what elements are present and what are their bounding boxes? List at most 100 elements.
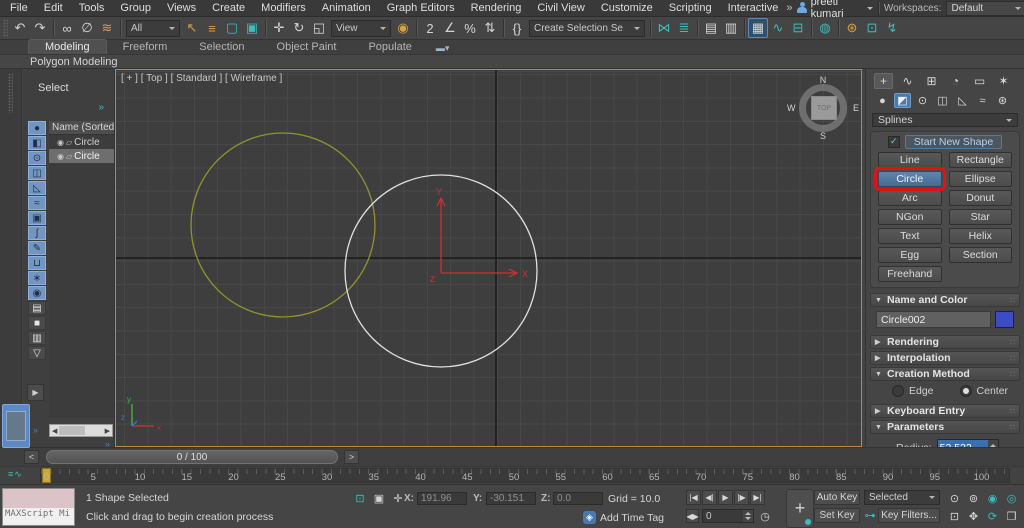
selection-region-lock-icon[interactable]: ⊡ bbox=[352, 491, 368, 506]
zoom-region-icon[interactable]: ⊡ bbox=[946, 508, 963, 524]
list-view-icon[interactable]: ▤ bbox=[28, 301, 46, 315]
menu-item[interactable]: Edit bbox=[36, 1, 71, 15]
mirror-icon[interactable]: ⋈ bbox=[654, 18, 674, 38]
name-column-header[interactable]: Name (Sorted A bbox=[49, 121, 114, 135]
orbit-icon[interactable]: ⟳ bbox=[984, 508, 1001, 524]
explorer-overflow-icon[interactable]: » bbox=[98, 102, 104, 113]
display-tab[interactable]: ▭ bbox=[970, 73, 989, 89]
display-cameras-icon[interactable]: ◫ bbox=[28, 166, 46, 180]
maxscript-macro-pane[interactable] bbox=[3, 489, 74, 508]
view-cube[interactable]: TOP N S W E bbox=[787, 75, 859, 141]
workspace-dropdown[interactable]: Default bbox=[946, 0, 1024, 16]
bind-to-space-warp-icon[interactable]: ≋ bbox=[97, 18, 117, 38]
select-object-icon[interactable]: ↖ bbox=[182, 18, 202, 38]
select-and-link-icon[interactable]: ∞ bbox=[57, 18, 77, 38]
menu-item[interactable]: Group bbox=[112, 1, 159, 15]
key-set-dropdown[interactable]: Selected bbox=[864, 490, 940, 505]
filter-funnel-icon[interactable]: ▽ bbox=[28, 346, 46, 360]
play-button[interactable]: ▶ bbox=[718, 490, 733, 505]
menu-item[interactable]: Create bbox=[204, 1, 253, 15]
hierarchy-tab[interactable]: ⊞ bbox=[922, 73, 941, 89]
create-tab[interactable]: + bbox=[874, 73, 893, 89]
user-menu-chevron-icon[interactable] bbox=[867, 6, 874, 13]
y-coordinate-field[interactable]: -30.151 bbox=[486, 492, 536, 505]
ribbon-tab[interactable]: Selection bbox=[183, 40, 260, 54]
display-bones-icon[interactable]: ∫ bbox=[28, 226, 46, 240]
spinner-snap-toggle-icon[interactable]: ⇅ bbox=[480, 18, 500, 38]
display-visibility-icon[interactable]: ◉ bbox=[28, 286, 46, 300]
explorer-horizontal-scrollbar[interactable]: ◀ ▶ bbox=[49, 424, 113, 437]
scroll-left-icon[interactable]: ◀ bbox=[50, 427, 59, 435]
shape-button[interactable]: Circle bbox=[874, 167, 946, 191]
rectangular-selection-region-icon[interactable]: ▢ bbox=[222, 18, 242, 38]
z-coordinate-field[interactable]: 0.0 bbox=[553, 492, 603, 505]
ribbon-config-icon[interactable]: ▬▾ bbox=[428, 43, 458, 54]
ribbon-tab[interactable]: Object Paint bbox=[261, 40, 353, 54]
go-to-end-button[interactable]: ▶| bbox=[750, 490, 765, 505]
display-helpers-icon[interactable]: ◺ bbox=[28, 181, 46, 195]
set-key-button[interactable]: Set Key bbox=[814, 508, 860, 523]
toolbar-drag-handle[interactable] bbox=[3, 19, 8, 37]
previous-frame-nudge-button[interactable]: < bbox=[24, 450, 39, 464]
undo-icon[interactable]: ↶ bbox=[10, 18, 30, 38]
select-by-name-icon[interactable]: ≡ bbox=[202, 18, 222, 38]
menu-item[interactable]: Modifiers bbox=[253, 1, 314, 15]
space-warps-category-icon[interactable]: ≈ bbox=[974, 93, 991, 108]
lock-selection-icon[interactable]: ▣ bbox=[371, 491, 387, 506]
time-slider-handle[interactable]: 0 / 100 bbox=[46, 450, 338, 464]
rendering-rollout-header[interactable]: ▶ Rendering ∷ bbox=[870, 335, 1020, 349]
menu-item[interactable]: Interactive bbox=[720, 1, 787, 15]
dock-drag-handle[interactable] bbox=[8, 73, 13, 113]
object-color-swatch[interactable] bbox=[995, 311, 1014, 328]
layer-explorer-toggle-icon[interactable]: ▥ bbox=[721, 18, 741, 38]
maximize-viewport-toggle-icon[interactable]: ❒ bbox=[1003, 508, 1020, 524]
spline-category-dropdown[interactable]: Splines bbox=[872, 113, 1018, 127]
compass-south-label[interactable]: S bbox=[820, 131, 826, 141]
display-space-warps-icon[interactable]: ≈ bbox=[28, 196, 46, 210]
next-frame-nudge-button[interactable]: > bbox=[344, 450, 359, 464]
render-production-icon[interactable]: ↯ bbox=[882, 18, 902, 38]
zoom-extents-icon[interactable]: ◉ bbox=[984, 490, 1001, 506]
menu-item[interactable]: Scripting bbox=[661, 1, 720, 15]
selection-filter-dropdown[interactable]: All bbox=[126, 19, 180, 37]
viewport-canvas[interactable]: Y X Z y x z bbox=[116, 70, 861, 446]
ribbon-tab[interactable]: Modeling bbox=[28, 39, 107, 54]
viewport-layout-tab[interactable] bbox=[2, 404, 30, 448]
display-containers-icon[interactable]: ⊔ bbox=[28, 256, 46, 270]
shape-button[interactable]: Rectangle bbox=[948, 152, 1012, 168]
shape-button[interactable]: Text bbox=[878, 228, 942, 244]
compass-west-label[interactable]: W bbox=[787, 103, 796, 113]
expand-panel-button[interactable]: ▶ bbox=[27, 384, 44, 401]
display-lights-icon[interactable]: ⊙ bbox=[28, 151, 46, 165]
creation-method-rollout-header[interactable]: ▼ Creation Method ∷ bbox=[870, 367, 1020, 381]
transform-gizmo[interactable] bbox=[436, 196, 519, 278]
explorer-select-menu[interactable]: Select bbox=[38, 82, 69, 94]
current-frame-field[interactable]: 0 bbox=[702, 509, 754, 523]
render-setup-icon[interactable]: ⊛ bbox=[842, 18, 862, 38]
shape-button[interactable]: Donut bbox=[948, 190, 1012, 206]
unlink-selection-icon[interactable]: ∅ bbox=[77, 18, 97, 38]
menu-item[interactable]: Views bbox=[159, 1, 204, 15]
scene-explorer-toggle-icon[interactable]: ▤ bbox=[701, 18, 721, 38]
ribbon-tab[interactable]: Populate bbox=[352, 40, 427, 54]
key-filters-button[interactable]: Key Filters... bbox=[878, 508, 940, 523]
pan-icon[interactable]: ✥ bbox=[965, 508, 982, 524]
motion-tab[interactable]: ◔ bbox=[946, 73, 965, 89]
shape-button[interactable]: Helix bbox=[948, 228, 1012, 244]
select-and-scale-icon[interactable]: ◱ bbox=[309, 18, 329, 38]
schematic-view-icon[interactable]: ⊟ bbox=[788, 18, 808, 38]
modify-tab[interactable]: ∿ bbox=[898, 73, 917, 89]
set-keys-button[interactable]: + bbox=[786, 489, 814, 528]
keyable-icon[interactable]: ⊶ bbox=[862, 508, 878, 523]
parameters-rollout-header[interactable]: ▼ Parameters ∷ bbox=[870, 420, 1020, 434]
visibility-eye-icon[interactable]: ◉ bbox=[57, 152, 64, 161]
shapes-category-icon[interactable]: ◩ bbox=[894, 93, 911, 108]
compass-east-label[interactable]: E bbox=[853, 103, 859, 113]
object-name-field[interactable]: Circle002 bbox=[876, 311, 991, 328]
shape-button[interactable]: NGon bbox=[878, 209, 942, 225]
start-new-shape-checkbox[interactable]: ✓ bbox=[887, 136, 900, 148]
shape-button[interactable]: Section bbox=[948, 247, 1012, 263]
zoom-extents-all-icon[interactable]: ◎ bbox=[1003, 490, 1020, 506]
lights-category-icon[interactable]: ⊙ bbox=[914, 93, 931, 108]
next-frame-button[interactable]: |▶ bbox=[734, 490, 749, 505]
